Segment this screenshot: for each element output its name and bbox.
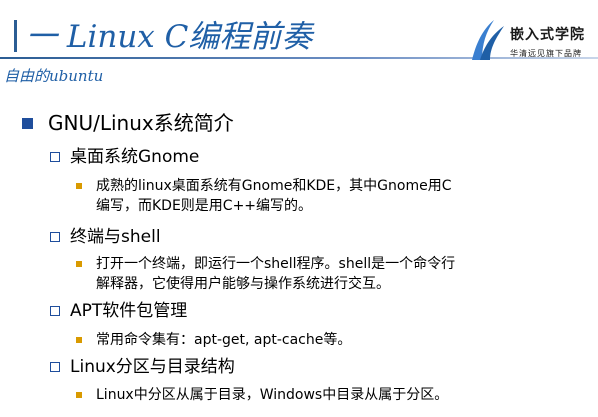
brand-logo: 嵌入式学院 华清远见旗下品牌	[470, 18, 590, 66]
slide: 一 Linux C编程前奏 自由的ubuntu 嵌入式学院 华清远见旗下品牌 G…	[0, 0, 598, 417]
detail-line: 成熟的linux桌面系统有Gnome和KDE，其中Gnome用C	[96, 178, 452, 194]
square-bullet-icon	[22, 118, 33, 129]
list-item-heading-text: 终端与shell	[70, 227, 161, 247]
brand-tagline: 华清远见旗下品牌	[510, 49, 582, 58]
hollow-square-bullet-icon	[50, 362, 60, 372]
list-item-heading-text: 桌面系统Gnome	[70, 147, 200, 167]
brand-mark-icon	[472, 20, 504, 60]
hollow-square-bullet-icon	[50, 232, 60, 242]
small-square-bullet-icon	[76, 337, 82, 343]
section-heading-text: GNU/Linux系统简介	[48, 111, 234, 135]
brand-name: 嵌入式学院	[510, 27, 585, 43]
small-square-bullet-icon	[76, 392, 82, 398]
list-item-heading-text: Linux分区与目录结构	[70, 357, 235, 377]
list-item-detail-text: Linux中分区从属于目录，Windows中目录从属于分区。	[96, 387, 449, 403]
list-item-detail-text: 打开一个终端，即运行一个shell程序。shell是一个命令行 解释器，它使得用…	[96, 254, 588, 294]
list-item-detail-text: 成熟的linux桌面系统有Gnome和KDE，其中Gnome用C 编写，而KDE…	[96, 176, 588, 216]
slide-subtitle: 自由的ubuntu	[4, 67, 104, 85]
title-accent-bar	[14, 20, 17, 52]
small-square-bullet-icon	[76, 183, 82, 189]
list-item-detail-text: 常用命令集有：apt-get, apt-cache等。	[96, 332, 352, 348]
list-item-heading-text: APT软件包管理	[70, 301, 188, 321]
slide-title: 一 Linux C编程前奏	[26, 19, 313, 55]
small-square-bullet-icon	[76, 261, 82, 267]
detail-line: 编写，而KDE则是用C++编写的。	[96, 198, 313, 214]
hollow-square-bullet-icon	[50, 152, 60, 162]
hollow-square-bullet-icon	[50, 306, 60, 316]
detail-line: 打开一个终端，即运行一个shell程序。shell是一个命令行	[96, 256, 456, 272]
detail-line: 解释器，它使得用户能够与操作系统进行交互。	[96, 276, 390, 292]
